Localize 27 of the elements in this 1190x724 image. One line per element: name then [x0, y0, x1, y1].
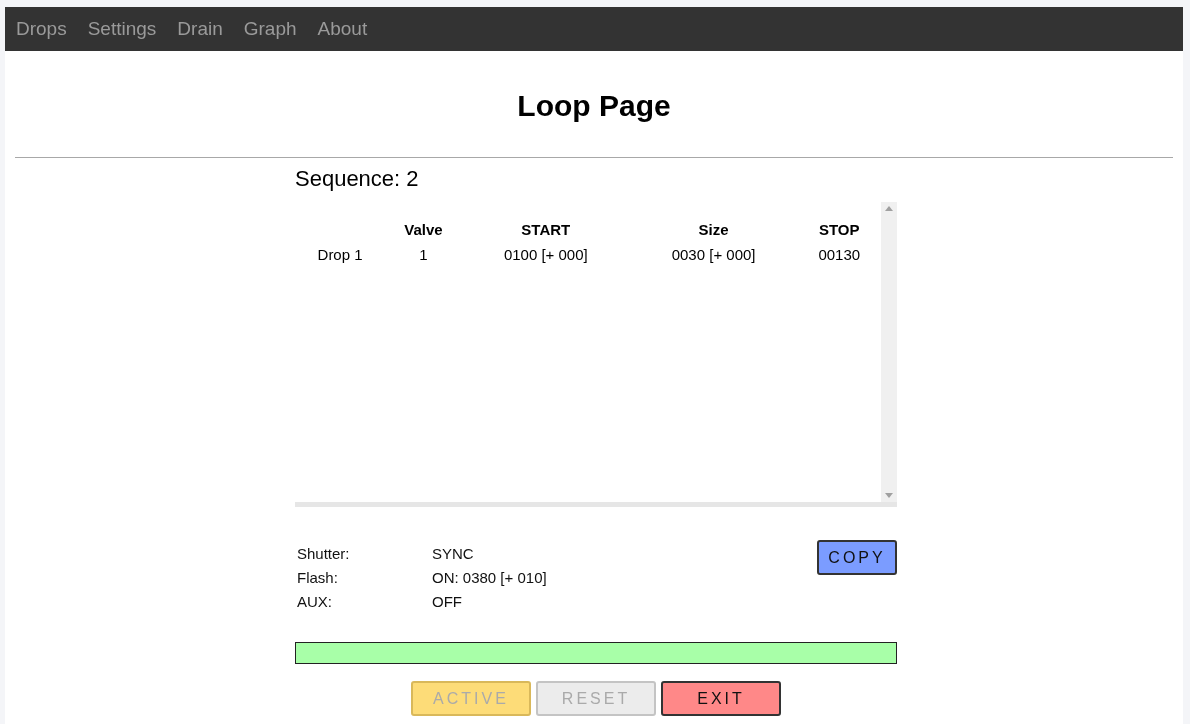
setting-label: Flash: [297, 569, 339, 586]
column-header: Valve [403, 219, 444, 240]
column-header: START [520, 219, 572, 240]
table-cell-text: 0100 [+ 000] [502, 245, 589, 265]
scrollbar[interactable] [881, 202, 897, 502]
sequence-label: Sequence: 2 [295, 166, 420, 193]
scroll-up-icon[interactable] [885, 206, 893, 211]
row-label: Drop 1 [316, 245, 364, 265]
column-header: Size [697, 219, 730, 240]
copy-button[interactable]: COPY [817, 540, 897, 575]
column-header: STOP [817, 219, 861, 240]
exit-button[interactable]: EXIT [661, 681, 781, 716]
nav-link[interactable]: Settings [87, 18, 157, 40]
nav-link[interactable]: Graph [243, 18, 297, 40]
nav-link[interactable]: About [317, 18, 368, 40]
scroll-down-icon[interactable] [885, 493, 893, 498]
page-title: Loop Page [516, 89, 672, 124]
table-cell-text: 00130 [817, 245, 862, 265]
setting-label: Shutter: [297, 545, 351, 562]
setting-value: OFF [432, 593, 463, 610]
setting-value: SYNC [432, 545, 475, 562]
table-cell-text: 0030 [+ 000] [670, 245, 757, 265]
nav-link[interactable]: Drain [177, 18, 223, 40]
nav-link[interactable]: Drops [16, 18, 67, 40]
setting-value: ON: 0380 [+ 010] [432, 569, 547, 586]
setting-label: AUX: [297, 593, 333, 610]
table-cell-text: 1 [418, 245, 429, 265]
